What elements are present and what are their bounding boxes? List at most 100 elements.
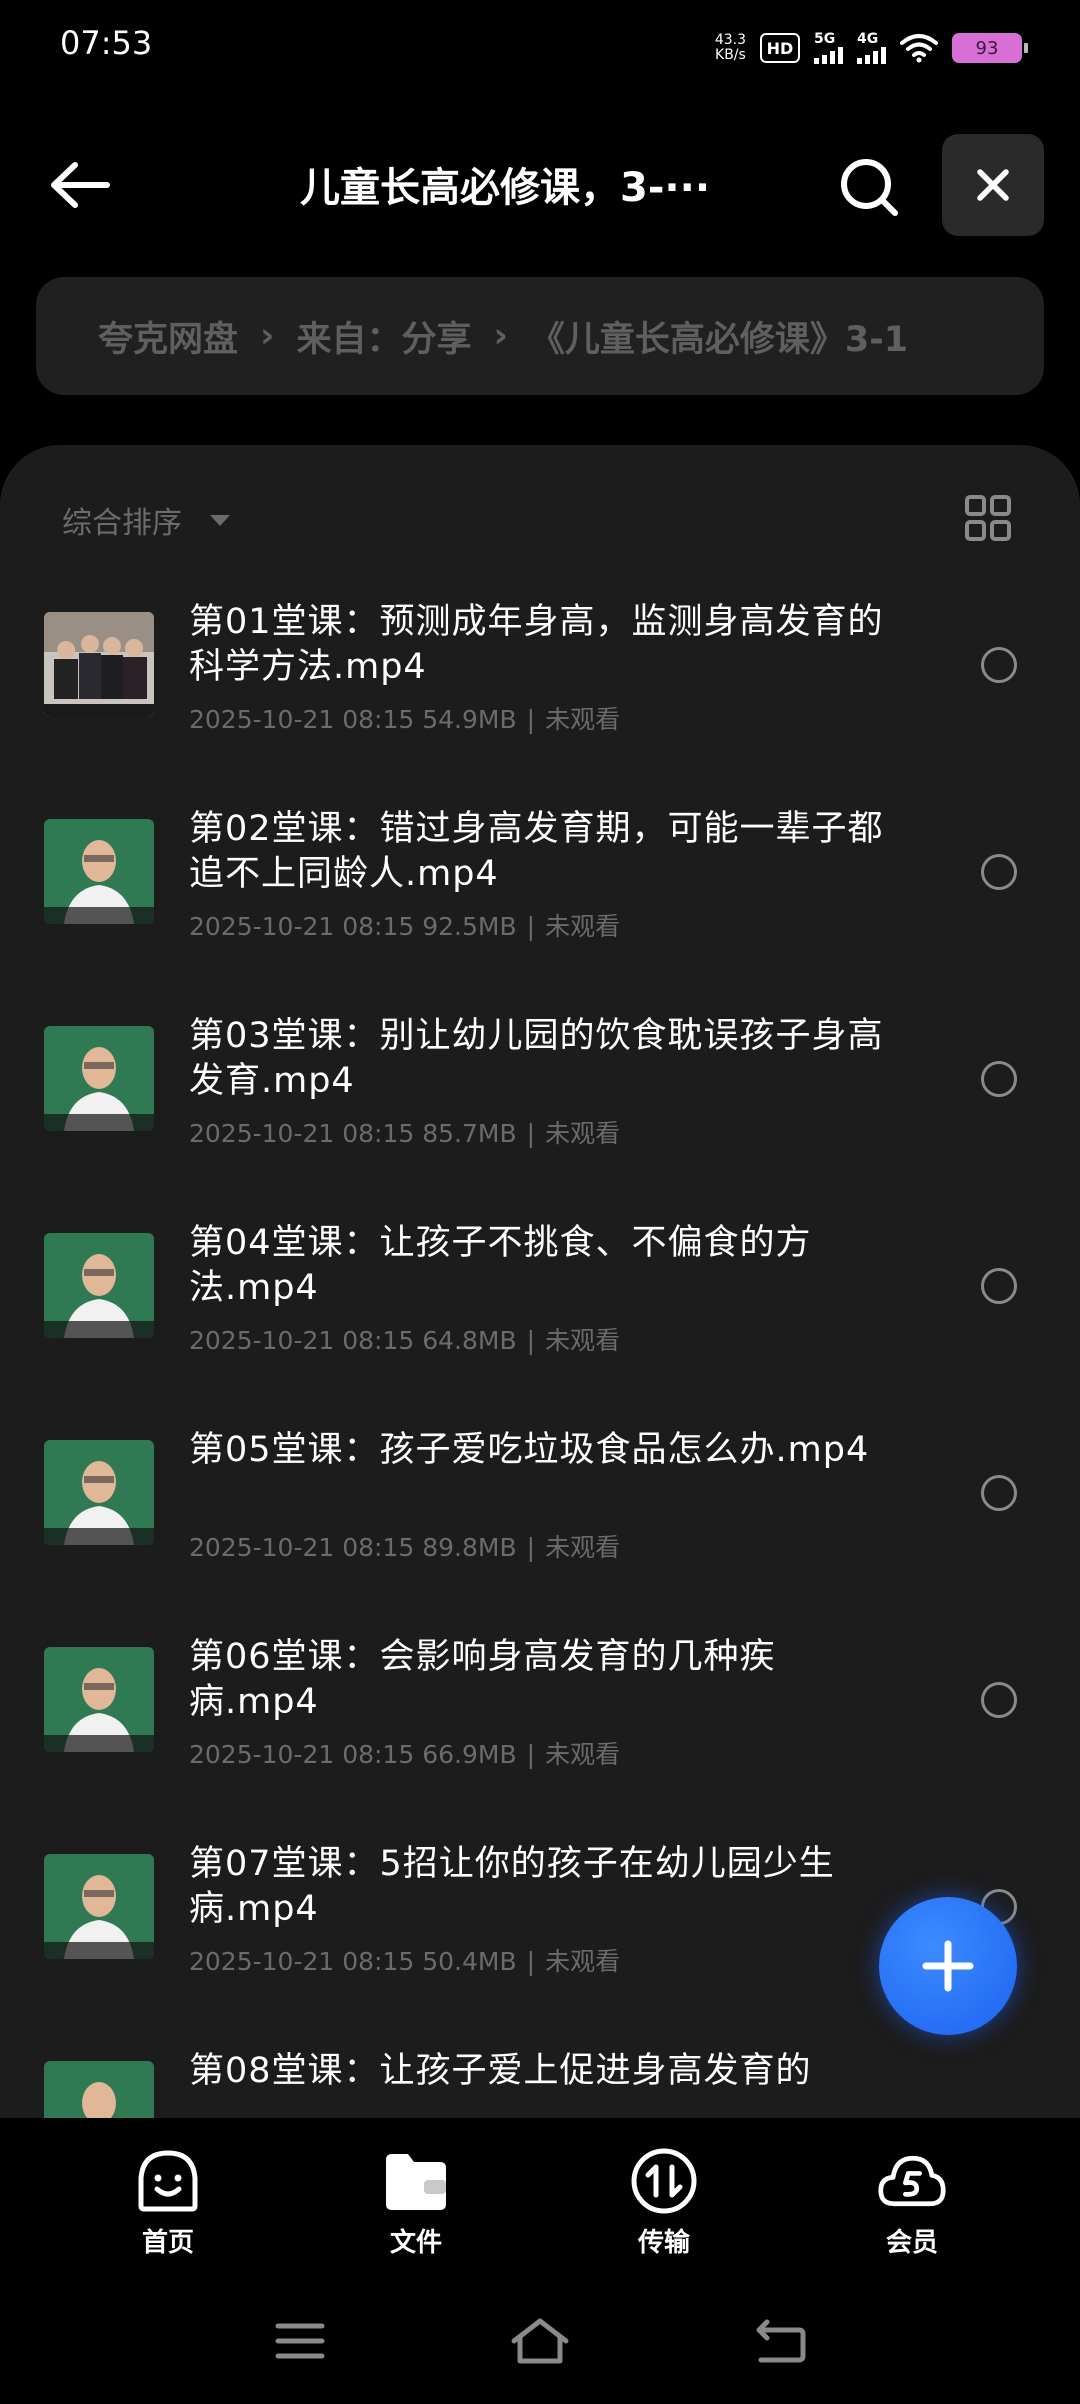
file-name: 第08堂课：让孩子爱上促进身高发育的 xyxy=(189,2051,812,2091)
home-face-icon xyxy=(138,2150,198,2212)
file-name: 第02堂课：错过身高发育期，可能一辈子都追不上同龄人.mp4 xyxy=(189,809,884,894)
file-meta: 2025-10-21 08:15 54.9MB | 未观看 xyxy=(189,705,621,734)
system-nav-bar xyxy=(0,2278,1080,2404)
file-meta: 2025-10-21 08:15 66.9MB | 未观看 xyxy=(189,1740,621,1769)
video-thumbnail xyxy=(44,1647,154,1752)
back-button[interactable] xyxy=(40,150,120,220)
watch-status: 未观看 xyxy=(545,1326,621,1355)
file-row[interactable]: 第06堂课：会影响身高发育的几种疾病.mp4 2025-10-21 08:15 … xyxy=(0,1637,1080,1854)
watch-status: 未观看 xyxy=(545,705,621,734)
status-icons: 43.3 KB/s HD 5G 4G 93 xyxy=(714,28,1028,68)
file-date: 2025-10-21 08:15 xyxy=(189,705,415,734)
sort-label: 综合排序 xyxy=(62,506,182,541)
video-thumbnail xyxy=(44,1440,154,1545)
select-radio[interactable] xyxy=(981,1475,1017,1511)
close-icon xyxy=(977,169,1009,201)
back-icon xyxy=(756,2319,806,2363)
system-home-button[interactable] xyxy=(500,2306,580,2376)
battery-icon: 93 xyxy=(952,33,1028,63)
file-size: 54.9MB xyxy=(422,705,517,734)
video-thumbnail xyxy=(44,1233,154,1338)
file-size: 89.8MB xyxy=(422,1533,517,1562)
video-thumbnail xyxy=(44,612,154,717)
signal-4g-icon: 4G xyxy=(857,32,886,64)
nav-label: 传输 xyxy=(637,2228,690,2258)
hd-voice-icon: HD xyxy=(760,33,800,63)
select-radio[interactable] xyxy=(981,854,1017,890)
close-button[interactable] xyxy=(942,134,1044,236)
page-title: 儿童长高必修课，3-··· xyxy=(300,165,711,211)
nav-label: 会员 xyxy=(885,2228,938,2258)
watch-status: 未观看 xyxy=(545,1740,621,1769)
file-meta: 2025-10-21 08:15 64.8MB | 未观看 xyxy=(189,1326,621,1355)
file-list-panel: 综合排序 第01堂课：预测成年身高，监测身高发育的科学方法.mp4 2025-1… xyxy=(0,445,1080,2120)
menu-icon xyxy=(275,2323,325,2359)
file-name: 第03堂课：别让幼儿园的饮食耽误孩子身高发育.mp4 xyxy=(189,1016,884,1101)
network-speed: 43.3 KB/s xyxy=(714,32,746,63)
watch-status: 未观看 xyxy=(545,1119,621,1148)
file-size: 85.7MB xyxy=(422,1119,517,1148)
top-header: 儿童长高必修课，3-··· xyxy=(0,130,1080,240)
plus-icon xyxy=(922,1940,974,1992)
select-radio[interactable] xyxy=(981,647,1017,683)
breadcrumb-item-share[interactable]: 来自：分享 xyxy=(296,311,471,362)
file-name: 第05堂课：孩子爱吃垃圾食品怎么办.mp4 xyxy=(189,1430,870,1470)
file-date: 2025-10-21 08:15 xyxy=(189,1119,415,1148)
signal-5g-icon: 5G xyxy=(814,32,843,64)
file-row[interactable]: 第04堂课：让孩子不挑食、不偏食的方法.mp4 2025-10-21 08:15… xyxy=(0,1223,1080,1440)
folder-icon xyxy=(386,2154,446,2210)
nav-files[interactable]: 文件 xyxy=(346,2146,486,2266)
breadcrumb-item-root[interactable]: 夸克网盘 xyxy=(98,311,238,362)
nav-label: 首页 xyxy=(141,2228,194,2258)
file-name: 第04堂课：让孩子不挑食、不偏食的方法.mp4 xyxy=(189,1223,812,1308)
video-thumbnail xyxy=(44,819,154,924)
file-date: 2025-10-21 08:15 xyxy=(189,1326,415,1355)
select-radio[interactable] xyxy=(981,1061,1017,1097)
breadcrumb-item-current: 《儿童长高必修课》3-1 xyxy=(529,319,909,360)
arrow-left-icon xyxy=(51,162,110,208)
caret-down-icon xyxy=(210,514,230,526)
file-row[interactable]: 第02堂课：错过身高发育期，可能一辈子都追不上同龄人.mp4 2025-10-2… xyxy=(0,809,1080,1026)
status-time: 07:53 xyxy=(60,24,153,62)
select-radio[interactable] xyxy=(981,1268,1017,1304)
search-button[interactable] xyxy=(830,148,910,228)
nav-label: 文件 xyxy=(389,2228,442,2258)
file-size: 66.9MB xyxy=(422,1740,517,1769)
system-menu-button[interactable] xyxy=(260,2306,340,2376)
nav-home[interactable]: 首页 xyxy=(98,2146,238,2266)
system-back-button[interactable] xyxy=(740,2306,820,2376)
nav-transfer[interactable]: 传输 xyxy=(594,2146,734,2266)
wifi-icon xyxy=(900,34,938,63)
transfer-icon xyxy=(631,2148,697,2214)
watch-status: 未观看 xyxy=(545,912,621,941)
status-bar: 07:53 43.3 KB/s HD 5G 4G 93 xyxy=(0,0,1080,96)
breadcrumb-separator: › xyxy=(260,316,275,356)
home-icon xyxy=(511,2318,569,2364)
breadcrumb: 夸克网盘 › 来自：分享 › 《儿童长高必修课》3-1 xyxy=(36,277,1044,395)
add-button[interactable] xyxy=(879,1897,1017,2035)
select-radio[interactable] xyxy=(981,1682,1017,1718)
sort-dropdown[interactable]: 综合排序 xyxy=(62,495,230,545)
file-date: 2025-10-21 08:15 xyxy=(189,1533,415,1562)
breadcrumb-separator: › xyxy=(493,316,508,356)
file-meta: 2025-10-21 08:15 89.8MB | 未观看 xyxy=(189,1533,621,1562)
membership-cloud-icon xyxy=(878,2155,946,2207)
file-row[interactable]: 第05堂课：孩子爱吃垃圾食品怎么办.mp4 2025-10-21 08:15 8… xyxy=(0,1430,1080,1647)
nav-membership[interactable]: 会员 xyxy=(842,2146,982,2266)
watch-status: 未观看 xyxy=(545,1947,621,1976)
file-row[interactable]: 第03堂课：别让幼儿园的饮食耽误孩子身高发育.mp4 2025-10-21 08… xyxy=(0,1016,1080,1233)
file-meta: 2025-10-21 08:15 50.4MB | 未观看 xyxy=(189,1947,621,1976)
file-date: 2025-10-21 08:15 xyxy=(189,1947,415,1976)
file-meta: 2025-10-21 08:15 92.5MB | 未观看 xyxy=(189,912,621,941)
grid-view-button[interactable] xyxy=(960,490,1016,546)
file-meta: 2025-10-21 08:15 85.7MB | 未观看 xyxy=(189,1119,621,1148)
file-row[interactable]: 第08堂课：让孩子爱上促进身高发育的 xyxy=(0,2051,1080,2120)
watch-status: 未观看 xyxy=(545,1533,621,1562)
file-name: 第06堂课：会影响身高发育的几种疾病.mp4 xyxy=(189,1637,776,1722)
video-thumbnail xyxy=(44,2061,154,2120)
bottom-nav: 首页 文件 传输 会员 xyxy=(0,2118,1080,2278)
file-name: 第01堂课：预测成年身高，监测身高发育的科学方法.mp4 xyxy=(189,602,884,687)
file-size: 64.8MB xyxy=(422,1326,517,1355)
file-row[interactable]: 第01堂课：预测成年身高，监测身高发育的科学方法.mp4 2025-10-21 … xyxy=(0,602,1080,819)
file-size: 50.4MB xyxy=(422,1947,517,1976)
